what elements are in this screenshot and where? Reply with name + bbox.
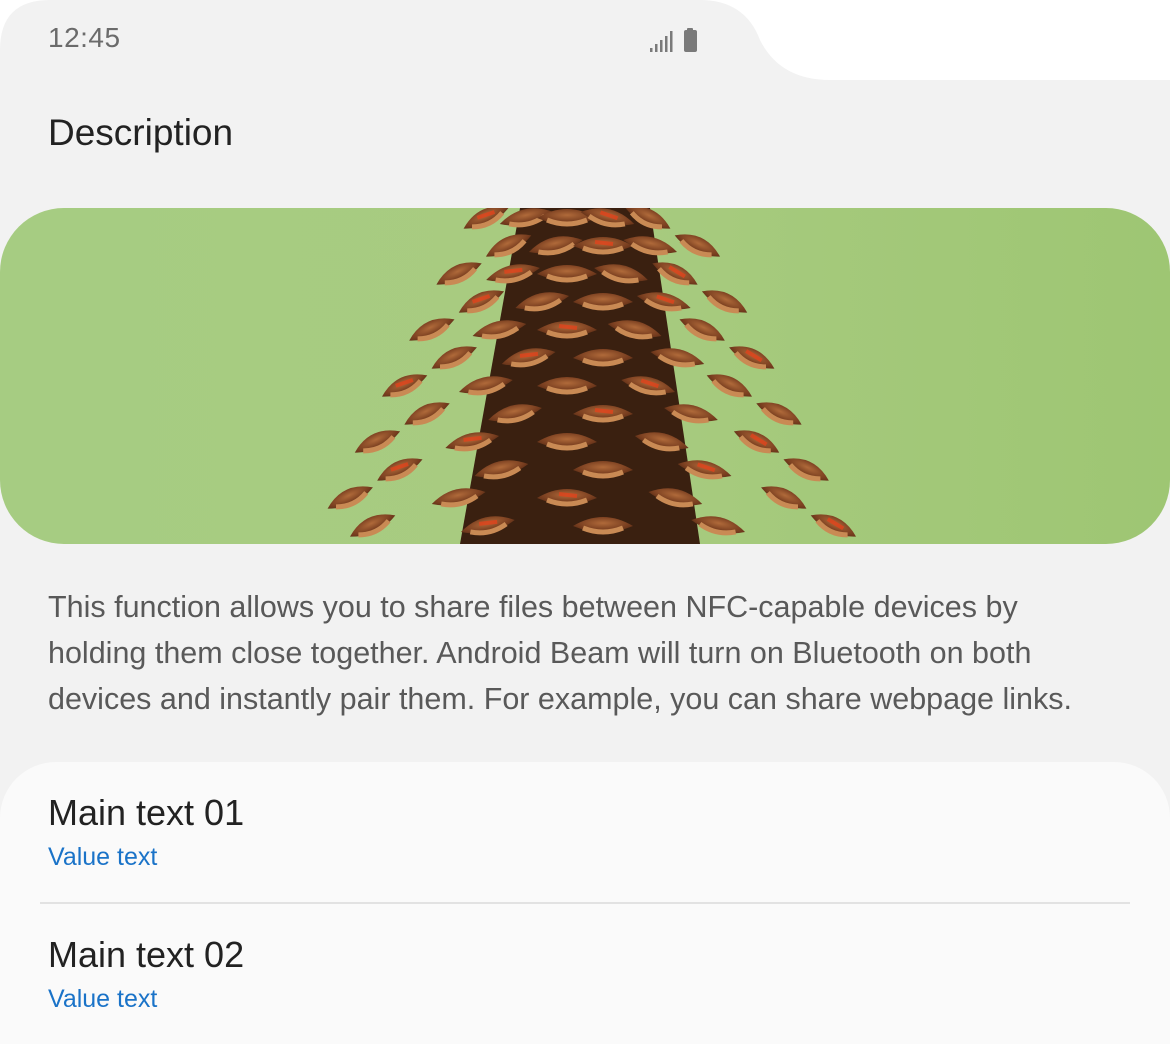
list-item-main-text: Main text 02	[48, 934, 245, 975]
battery-icon	[684, 28, 697, 52]
description-text: This function allows you to share files …	[48, 590, 1072, 716]
status-time: 12:45	[48, 22, 121, 53]
status-icons	[648, 28, 708, 54]
list-card: Main text 01 Value text Main text 02 Val…	[0, 762, 1170, 1044]
list-item-value-text: Value text	[48, 843, 158, 871]
page-title: Description	[48, 112, 234, 153]
signal-icon	[650, 31, 673, 52]
pine-cone-image	[0, 208, 1170, 544]
list-item-value-text: Value text	[48, 985, 158, 1013]
list-item[interactable]: Main text 02 Value text	[0, 904, 1170, 1044]
list-item-main-text: Main text 01	[48, 792, 245, 833]
list-item[interactable]: Main text 01 Value text	[0, 762, 1170, 902]
